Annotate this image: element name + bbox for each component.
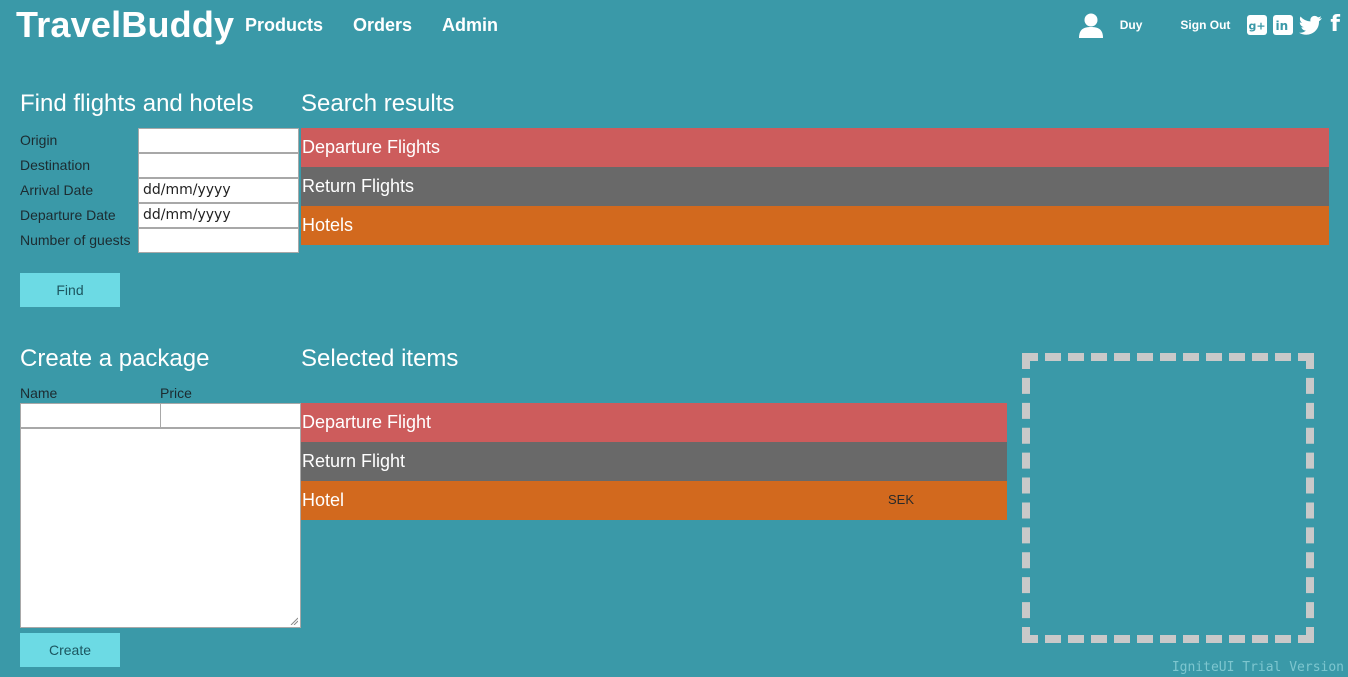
departure-flights-header[interactable]: Departure Flights <box>301 128 1329 167</box>
return-flights-header[interactable]: Return Flights <box>301 167 1329 206</box>
search-results-title: Search results <box>301 90 455 117</box>
currency-label: SEK <box>888 492 915 507</box>
departure-date-input[interactable]: dd/mm/yyyy <box>138 203 299 228</box>
departure-date-label: Departure Date <box>20 207 116 223</box>
selected-return-flight[interactable]: Return Flight <box>301 442 1007 481</box>
package-name-input[interactable] <box>20 403 161 428</box>
facebook-icon[interactable]: f <box>1330 14 1340 36</box>
find-button[interactable]: Find <box>20 273 120 307</box>
origin-label: Origin <box>20 132 58 148</box>
guests-input[interactable] <box>138 228 299 253</box>
hotels-header[interactable]: Hotels <box>301 206 1329 245</box>
package-price-input[interactable] <box>160 403 301 428</box>
guests-label: Number of guests <box>20 232 131 248</box>
nav-orders[interactable]: Orders <box>353 15 412 36</box>
google-plus-icon[interactable]: g+ <box>1246 14 1268 36</box>
create-button[interactable]: Create <box>20 633 120 667</box>
resize-handle-icon[interactable] <box>290 617 298 625</box>
package-description-textarea[interactable] <box>20 428 301 628</box>
nav-products[interactable]: Products <box>245 15 323 36</box>
selected-items-title: Selected items <box>301 345 459 372</box>
origin-input[interactable] <box>138 128 299 153</box>
svg-text:in: in <box>1276 19 1289 33</box>
drop-zone[interactable] <box>1022 353 1314 643</box>
user-name[interactable]: Duy <box>1120 18 1143 32</box>
user-icon[interactable] <box>1078 12 1104 38</box>
create-package-title: Create a package <box>20 345 210 372</box>
sign-out-link[interactable]: Sign Out <box>1180 18 1230 32</box>
package-price-label: Price <box>160 385 192 401</box>
svg-text:g+: g+ <box>1249 20 1266 33</box>
nav-admin[interactable]: Admin <box>442 15 498 36</box>
arrival-date-label: Arrival Date <box>20 182 94 198</box>
selected-departure-flight[interactable]: Departure Flight <box>301 403 1007 442</box>
arrival-date-input[interactable]: dd/mm/yyyy <box>138 178 299 203</box>
twitter-icon[interactable] <box>1298 14 1324 36</box>
brand-logo[interactable]: TravelBuddy <box>16 4 234 46</box>
main-nav: Products Orders Admin <box>245 15 528 36</box>
trial-watermark: IgniteUI Trial Version <box>1171 660 1344 675</box>
package-name-label: Name <box>20 385 58 401</box>
destination-label: Destination <box>20 157 91 173</box>
user-area: Duy Sign Out g+ in f <box>1078 12 1340 38</box>
top-bar: TravelBuddy Products Orders Admin Duy Si… <box>0 0 1348 56</box>
search-form-title: Find flights and hotels <box>20 90 254 117</box>
linkedin-icon[interactable]: in <box>1272 14 1294 36</box>
destination-input[interactable] <box>138 153 299 178</box>
